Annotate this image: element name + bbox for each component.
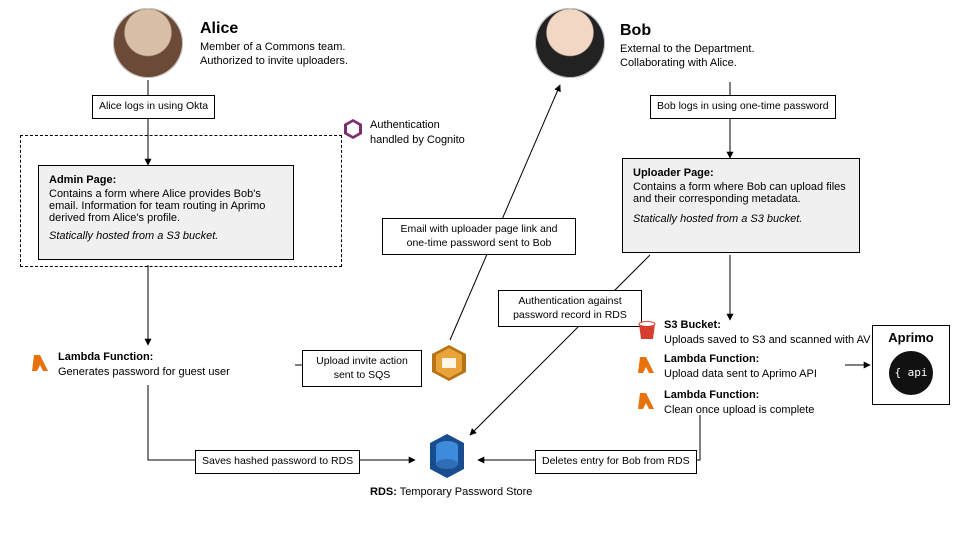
edge-save-rds: Saves hashed password to RDS <box>195 450 360 474</box>
admin-page-hosted: Statically hosted from a S3 bucket. <box>49 230 283 242</box>
lambda-clean-title: Lambda Function: <box>664 389 759 401</box>
s3-title: S3 Bucket: <box>664 319 721 331</box>
bob-name: Bob <box>620 20 840 42</box>
lambda-guest-title: Lambda Function: <box>58 351 153 363</box>
uploader-page-title: Uploader Page: <box>633 167 849 179</box>
lambda-clean: Lambda Function: Clean once upload is co… <box>664 388 864 418</box>
lambda-api-title: Lambda Function: <box>664 353 759 365</box>
alice-name: Alice <box>200 18 410 40</box>
lambda-guest: Lambda Function: Generates password for … <box>58 350 288 380</box>
alice-caption: Alice Member of a Commons team. Authoriz… <box>200 18 410 69</box>
lambda-guest-body: Generates password for guest user <box>58 366 230 378</box>
edge-auth-rds: Authentication against password record i… <box>498 290 642 327</box>
alice-line2: Authorized to invite uploaders. <box>200 54 410 69</box>
s3-caption: S3 Bucket: Uploads saved to S3 and scann… <box>664 318 874 348</box>
lambda-icon-3 <box>636 390 658 412</box>
arrow-layer <box>0 0 960 540</box>
rds-desc: Temporary Password Store <box>400 486 533 498</box>
bob-line1: External to the Department. <box>620 42 840 57</box>
s3-body: Uploads saved to S3 and scanned with AV <box>664 334 871 346</box>
rds-caption: RDS: Temporary Password Store <box>370 485 532 500</box>
lambda-icon <box>30 352 52 374</box>
uploader-page-box: Uploader Page: Contains a form where Bob… <box>622 158 860 253</box>
edge-alice-login: Alice logs in using Okta <box>92 95 215 119</box>
lambda-api-body: Upload data sent to Aprimo API <box>664 368 817 380</box>
lambda-clean-body: Clean once upload is complete <box>664 404 814 416</box>
edge-delete-rds: Deletes entry for Bob from RDS <box>535 450 697 474</box>
alice-line1: Member of a Commons team. <box>200 40 410 55</box>
lambda-icon-2 <box>636 354 658 376</box>
rds-icon <box>426 432 468 480</box>
avatar-alice <box>113 8 183 78</box>
uploader-page-body: Contains a form where Bob can upload fil… <box>633 181 849 205</box>
aprimo-box: Aprimo { api } <box>872 325 950 405</box>
aprimo-badge: { api } <box>889 351 933 395</box>
bob-caption: Bob External to the Department. Collabor… <box>620 20 840 71</box>
edge-email-sent: Email with uploader page link and one-ti… <box>382 218 576 255</box>
cognito-icon <box>342 118 364 140</box>
avatar-bob <box>535 8 605 78</box>
aprimo-title: Aprimo <box>873 330 949 345</box>
admin-page-box: Admin Page: Contains a form where Alice … <box>38 165 294 260</box>
edge-bob-login: Bob logs in using one-time password <box>650 95 836 119</box>
edge-invite-sqs: Upload invite action sent to SQS <box>302 350 422 387</box>
uploader-page-hosted: Statically hosted from a S3 bucket. <box>633 213 849 225</box>
bob-line2: Collaborating with Alice. <box>620 56 840 71</box>
cognito-label: Authentication handled by Cognito <box>370 118 480 148</box>
s3-bucket-icon <box>636 320 658 342</box>
lambda-api: Lambda Function: Upload data sent to Apr… <box>664 352 864 382</box>
rds-label: RDS: <box>370 486 397 498</box>
sqs-icon <box>428 342 470 384</box>
admin-page-body: Contains a form where Alice provides Bob… <box>49 188 283 224</box>
admin-page-title: Admin Page: <box>49 174 283 186</box>
